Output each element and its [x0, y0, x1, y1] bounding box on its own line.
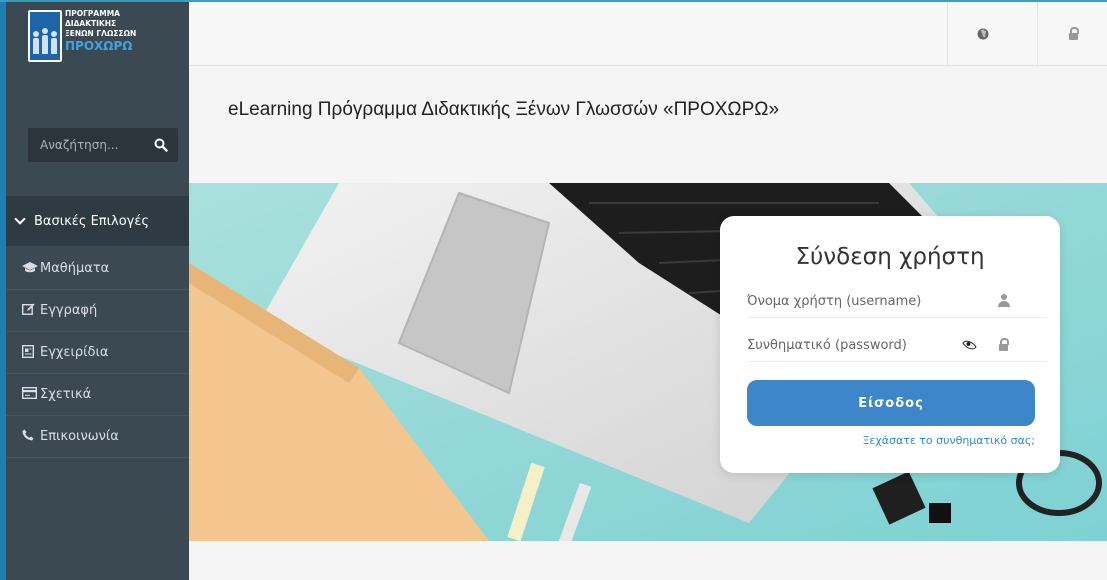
chevron-down-icon: [14, 213, 26, 225]
graduation-cap-icon: [22, 261, 40, 276]
nav-section-header[interactable]: Βασικές Επιλογές: [6, 196, 189, 246]
login-lock-button[interactable]: [1037, 2, 1107, 65]
logo-text-line-2: ΔΙΔΑΚΤΙΚΗΣ: [65, 19, 117, 28]
username-field: [747, 285, 1047, 318]
phone-icon: [22, 429, 40, 444]
logo-text-line-1: ΠΡΟΓΡΑΜΜΑ: [65, 9, 120, 18]
sidebar-item-label: Σχετικά: [40, 387, 92, 402]
login-submit-button[interactable]: Είσοδος: [747, 380, 1035, 426]
search-box: [28, 128, 178, 162]
sidebar-item-courses[interactable]: Μαθήματα: [6, 248, 189, 290]
username-input[interactable]: [747, 285, 977, 317]
search-input[interactable]: [28, 128, 140, 162]
sidebar-item-label: Μαθήματα: [40, 261, 110, 276]
logo-text-line-4: ΠΡΟΧΩΡΩ: [65, 39, 133, 53]
sidebar-item-register[interactable]: Εγγραφή: [6, 290, 189, 332]
sidebar-item-about[interactable]: Σχετικά: [6, 374, 189, 416]
sidebar-item-contact[interactable]: Επικοινωνία: [6, 416, 189, 458]
nav-section-title: Βασικές Επιλογές: [34, 213, 150, 229]
sidebar-item-label: Επικοινωνία: [40, 429, 119, 444]
sidebar: ΠΡΟΓΡΑΜΜΑ ΔΙΔΑΚΤΙΚΗΣ ΞΕΝΩΝ ΓΛΩΣΣΩΝ ΠΡΟΧΩ…: [0, 2, 189, 580]
login-title: Σύνδεση χρήστη: [795, 244, 985, 270]
lock-icon: [1068, 27, 1079, 40]
search-icon: [154, 138, 168, 152]
sidebar-item-label: Εγχειρίδια: [40, 345, 109, 360]
search-button[interactable]: [144, 128, 178, 162]
language-button[interactable]: [947, 2, 1018, 65]
page-title: eLearning Πρόγραμμα Διδακτικής Ξένων Γλω…: [228, 99, 780, 120]
sidebar-item-label: Εγγραφή: [40, 303, 98, 318]
globe-icon: [977, 28, 989, 39]
card-icon: [21, 386, 40, 402]
password-input[interactable]: [747, 329, 977, 361]
program-logo[interactable]: ΠΡΟΓΡΑΜΜΑ ΔΙΔΑΚΤΙΚΗΣ ΞΕΝΩΝ ΓΛΩΣΣΩΝ ΠΡΟΧΩ…: [28, 8, 174, 62]
lock-icon: [999, 338, 1009, 351]
sidebar-nav: Μαθήματα Εγγραφή Εγχειρίδια Σχετικά Επικ…: [6, 248, 189, 458]
password-field: [747, 329, 1047, 362]
logo-text-line-3: ΞΕΝΩΝ ΓΛΩΣΣΩΝ: [65, 29, 137, 38]
document-icon: [21, 344, 40, 361]
logo-mark-icon: [28, 10, 62, 62]
forgot-password-link[interactable]: Ξεχάσατε το συνθηματικό σας;: [760, 434, 1035, 447]
top-bar: [189, 2, 1107, 66]
edit-icon: [21, 303, 40, 318]
sidebar-item-manuals[interactable]: Εγχειρίδια: [6, 332, 189, 374]
